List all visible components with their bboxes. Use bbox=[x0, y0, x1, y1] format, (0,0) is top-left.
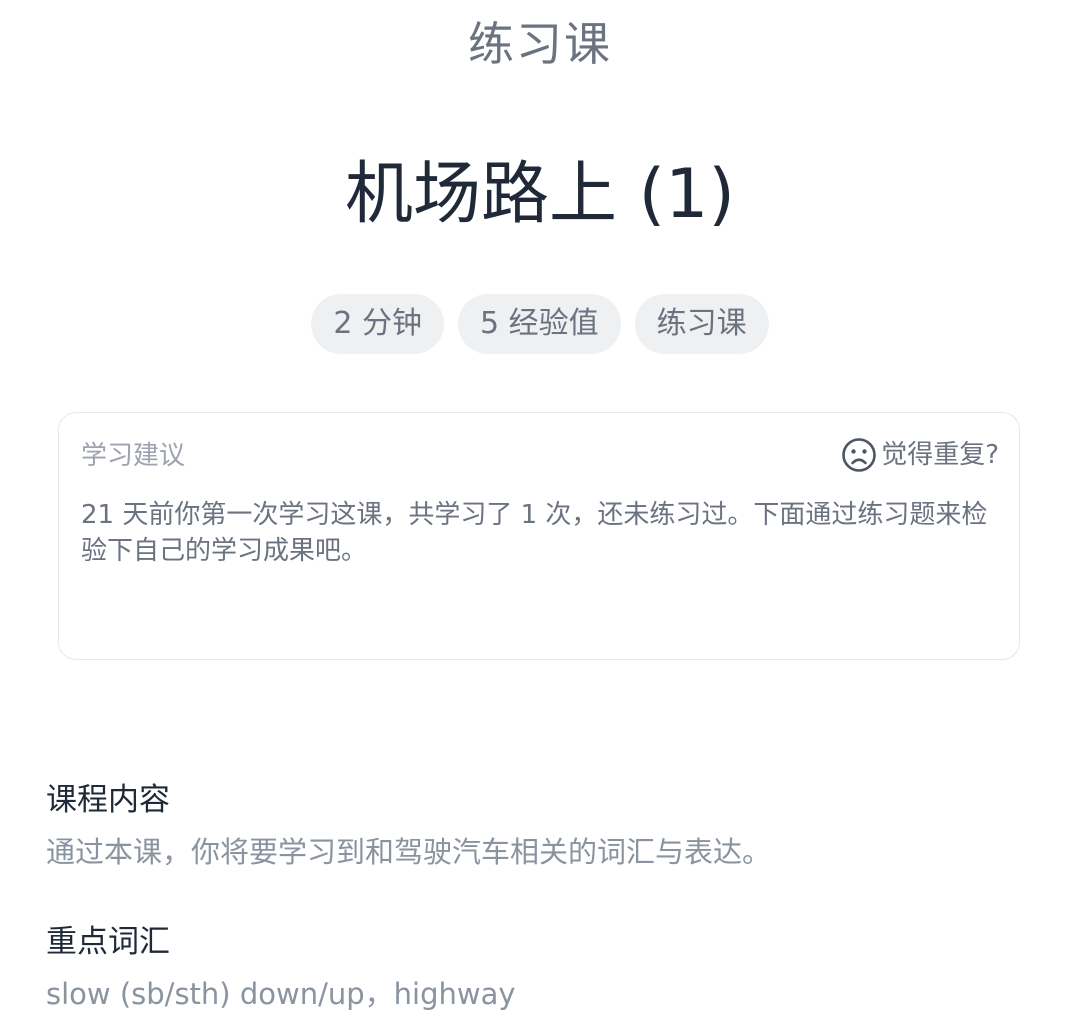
feels-repetitive-label: 觉得重复? bbox=[881, 440, 999, 470]
lesson-title: 机场路上 (1) bbox=[345, 155, 735, 234]
key-vocabulary-section: 重点词汇 slow (sb/sth) down/up，highway bbox=[46, 922, 1036, 1014]
sad-face-icon bbox=[841, 437, 877, 473]
course-content-text: 通过本课，你将要学习到和驾驶汽车相关的词汇与表达。 bbox=[46, 835, 772, 869]
feels-repetitive-button[interactable]: 觉得重复? bbox=[841, 435, 999, 475]
study-advice-label: 学习建议 bbox=[81, 441, 186, 471]
key-vocabulary-text: slow (sb/sth) down/up，highway bbox=[46, 977, 516, 1011]
duration-tag: 2 分钟 bbox=[311, 294, 444, 354]
lesson-type-tag: 练习课 bbox=[634, 294, 769, 354]
page-header-title: 练习课 bbox=[468, 17, 612, 71]
course-content-section: 课程内容 通过本课，你将要学习到和驾驶汽车相关的词汇与表达。 bbox=[46, 780, 1036, 872]
lesson-detail-page: 练习课 机场路上 (1) 2 分钟 5 经验值 练习课 学习建议 觉得重复? 2… bbox=[0, 0, 1080, 1028]
lesson-tags: 2 分钟 5 经验值 练习课 bbox=[0, 294, 1080, 354]
study-advice-card: 学习建议 觉得重复? 21 天前你第一次学习这课，共学习了 1 次，还未练习过。… bbox=[58, 412, 1020, 660]
study-advice-text: 21 天前你第一次学习这课，共学习了 1 次，还未练习过。下面通过练习题来检验下… bbox=[81, 500, 988, 566]
experience-tag: 5 经验值 bbox=[458, 294, 621, 354]
key-vocabulary-title: 重点词汇 bbox=[46, 924, 170, 960]
course-content-title: 课程内容 bbox=[46, 782, 170, 818]
